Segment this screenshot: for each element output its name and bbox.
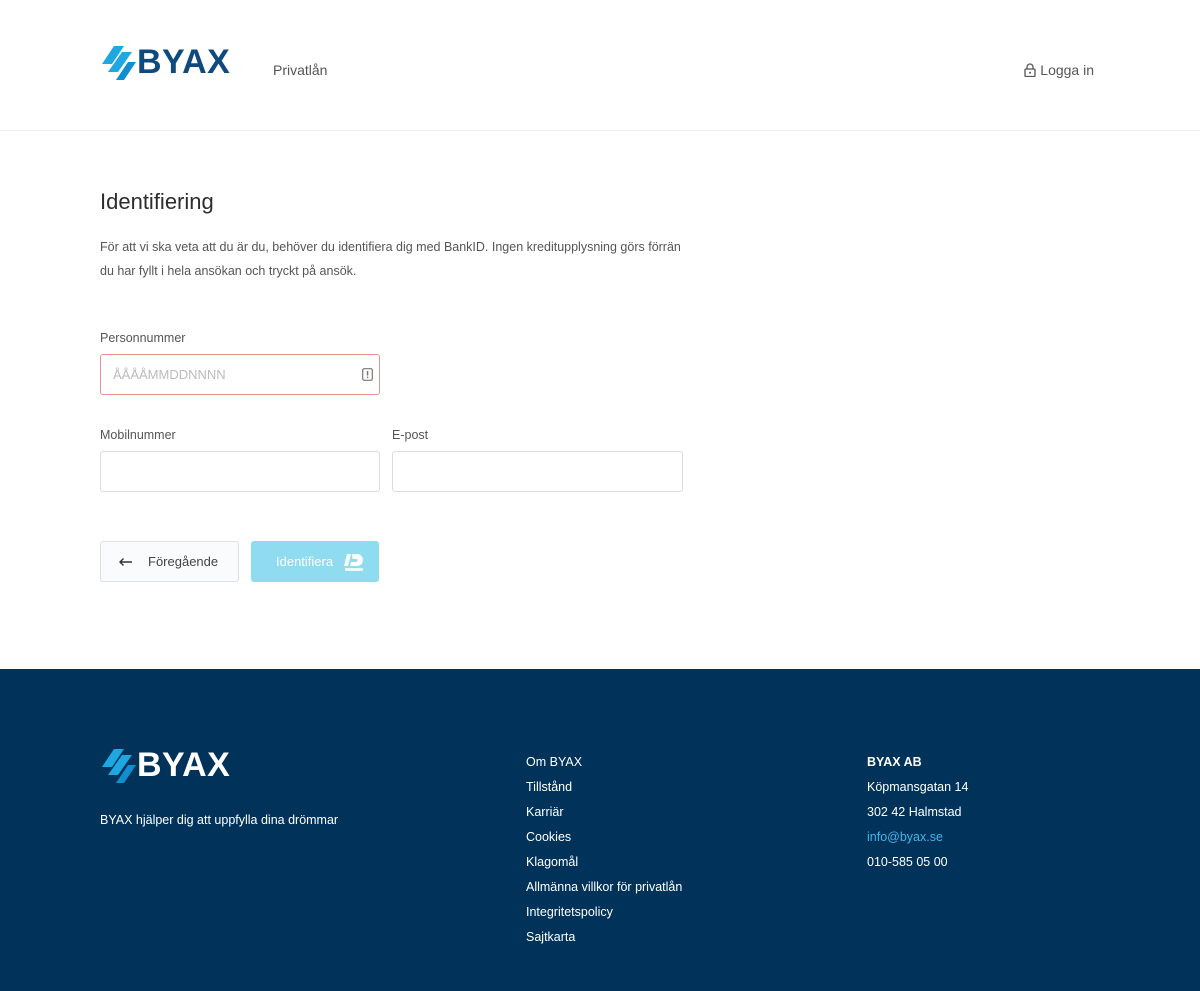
bankid-icon bbox=[344, 554, 363, 571]
footer-tagline: BYAX hjälper dig att uppfylla dina drömm… bbox=[100, 813, 339, 827]
byax-stripes-icon bbox=[102, 46, 136, 80]
mobil-input[interactable] bbox=[100, 451, 380, 492]
mobil-label: Mobilnummer bbox=[100, 428, 176, 442]
arrow-left-icon bbox=[119, 557, 132, 566]
identify-button-label: Identifiera bbox=[276, 554, 334, 569]
footer-contact: BYAX AB Köpmansgatan 14 302 42 Halmstad … bbox=[867, 753, 968, 878]
contact-street: Köpmansgatan 14 bbox=[867, 780, 969, 794]
byax-stripes-icon bbox=[102, 749, 136, 783]
login-link[interactable]: Logga in bbox=[1024, 62, 1094, 78]
footer-link-villkor[interactable]: Allmänna villkor för privatlån bbox=[526, 878, 682, 903]
logo-wordmark: BYAX bbox=[137, 43, 231, 81]
contact-phone: 010-585 05 00 bbox=[867, 855, 948, 869]
footer-link-karriar[interactable]: Karriär bbox=[526, 803, 682, 828]
footer-logo[interactable]: BYAX bbox=[100, 745, 230, 785]
header-logo[interactable]: BYAX bbox=[100, 42, 230, 82]
nav-privatlan[interactable]: Privatlån bbox=[273, 62, 327, 78]
footer-link-sajtkarta[interactable]: Sajtkarta bbox=[526, 928, 682, 953]
email-input[interactable] bbox=[392, 451, 683, 492]
footer-link-klagomal[interactable]: Klagomål bbox=[526, 853, 682, 878]
contact-email-link[interactable]: info@byax.se bbox=[867, 828, 968, 853]
page-title: Identifiering bbox=[100, 189, 214, 214]
site-header: BYAX Privatlån Logga in bbox=[0, 0, 1200, 131]
identify-button[interactable]: Identifiera bbox=[251, 541, 379, 582]
previous-button[interactable]: Föregående bbox=[100, 541, 239, 582]
previous-button-label: Föregående bbox=[148, 554, 219, 569]
footer-link-cookies[interactable]: Cookies bbox=[526, 828, 682, 853]
intro-text: För att vi ska veta att du är du, behöve… bbox=[100, 240, 681, 278]
logo-wordmark: BYAX bbox=[137, 746, 231, 784]
personnummer-input[interactable] bbox=[100, 354, 380, 395]
personnummer-label: Personnummer bbox=[100, 331, 186, 345]
lock-icon bbox=[1024, 63, 1036, 77]
contact-company: BYAX AB bbox=[867, 755, 922, 769]
contact-city: 302 42 Halmstad bbox=[867, 805, 962, 819]
footer-link-tillstand[interactable]: Tillstånd bbox=[526, 778, 682, 803]
footer-link-integritetspolicy[interactable]: Integritetspolicy bbox=[526, 903, 682, 928]
login-label: Logga in bbox=[1040, 62, 1094, 78]
site-footer: BYAX BYAX hjälper dig att uppfylla dina … bbox=[0, 669, 1200, 991]
alert-icon bbox=[362, 368, 373, 381]
footer-links: Om BYAX Tillstånd Karriär Cookies Klagom… bbox=[526, 753, 682, 953]
footer-link-om-byax[interactable]: Om BYAX bbox=[526, 753, 682, 778]
email-label: E-post bbox=[392, 428, 429, 442]
